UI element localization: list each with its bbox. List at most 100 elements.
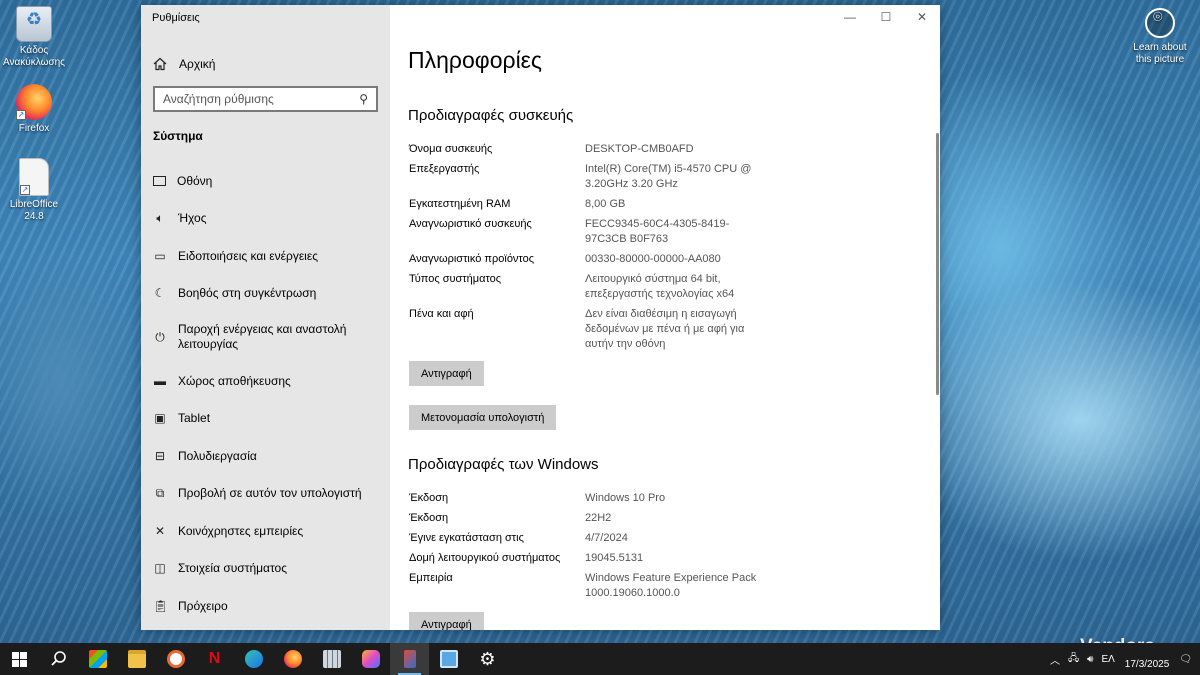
projecting-icon: ⧉ xyxy=(155,486,165,501)
scrollbar[interactable] xyxy=(936,133,939,395)
shared-icon: ✕ xyxy=(154,523,166,538)
spec-row: Αναγνωριστικό συσκευής FECC9345-60C4-4305… xyxy=(409,217,789,247)
recycle-bin-icon xyxy=(16,6,52,42)
spec-row: Αναγνωριστικό προϊόντος 00330-80000-00000… xyxy=(409,252,789,267)
taskbar-copilot[interactable] xyxy=(351,643,390,675)
storage-icon: ▬ xyxy=(154,373,166,388)
taskbar-calculator[interactable] xyxy=(312,643,351,675)
device-specs-list: Όνομα συσκευής DESKTOP-CMB0AFD Επεξεργαστ… xyxy=(409,142,789,357)
settings-search-input[interactable]: Αναζήτηση ρύθμισης ⚲ xyxy=(153,86,378,112)
chevron-up-icon[interactable]: ︿ xyxy=(1046,652,1064,667)
close-button[interactable]: ✕ xyxy=(904,5,940,29)
sidebar-item-system-components[interactable]: ◫ Στοιχεία συστήματος xyxy=(141,550,390,588)
app-icon xyxy=(403,650,416,668)
network-icon[interactable]: 🖧︎ xyxy=(1064,651,1083,668)
taskbar-search-button[interactable] xyxy=(39,643,78,675)
taskbar-edge[interactable] xyxy=(234,643,273,675)
taskbar-active-app[interactable] xyxy=(390,643,429,675)
spec-value: 19045.5131 xyxy=(585,552,644,564)
copy-windows-specs-button[interactable]: Αντιγραφή xyxy=(409,612,484,630)
rename-pc-button[interactable]: Μετονομασία υπολογιστή xyxy=(409,405,557,430)
copy-device-specs-button[interactable]: Αντιγραφή xyxy=(409,361,484,386)
start-button[interactable] xyxy=(0,643,39,675)
sidebar-item-label: Παροχή ενέργειας και αναστολή λειτουργία… xyxy=(178,322,347,351)
sidebar-item-storage[interactable]: ▬ Χώρος αποθήκευσης xyxy=(141,362,390,400)
input-language[interactable]: ΕΛ xyxy=(1097,654,1118,665)
taskbar-store[interactable] xyxy=(78,643,117,675)
firefox-icon xyxy=(283,650,302,668)
spec-key: Δομή λειτουργικού συστήματος xyxy=(409,552,561,564)
spec-value: FECC9345-60C4-4305-8419-97C3CB B0F763 xyxy=(585,218,730,245)
copilot-icon xyxy=(361,650,380,668)
sidebar-item-shared-experiences[interactable]: ✕ Κοινόχρηστες εμπειρίες xyxy=(141,512,390,550)
sidebar-item-label: Βοηθός στη συγκέντρωση xyxy=(178,286,317,301)
gear-icon: ⚙ xyxy=(479,648,496,669)
desktop-icon-libreoffice[interactable]: ↗ LibreOffice 24.8 xyxy=(0,158,68,223)
sidebar-item-clipboard[interactable]: 📋︎ Πρόχειρο xyxy=(141,587,390,625)
camera-icon xyxy=(1145,8,1175,38)
sidebar-item-multitasking[interactable]: ⊟ Πολυδιεργασία xyxy=(141,437,390,475)
speaker-icon: 🔈︎ xyxy=(156,211,164,226)
maximize-button[interactable]: ☐ xyxy=(868,5,904,29)
notification-center-icon[interactable]: 🗨︎ xyxy=(1175,654,1200,665)
sidebar-section-title: Σύστημα xyxy=(153,129,203,143)
sidebar-item-label: Ειδοποιήσεις και ενέργειες xyxy=(178,248,318,263)
desktop-icon-recycle-bin[interactable]: Κάδος Ανακύκλωσης xyxy=(0,6,68,69)
clipboard-icon: 📋︎ xyxy=(153,598,169,613)
sidebar-item-projecting[interactable]: ⧉ Προβολή σε αυτόν τον υπολογιστή xyxy=(141,475,390,513)
multitasking-icon: ⊟ xyxy=(154,448,166,463)
spec-value: 8,00 GB xyxy=(585,198,626,210)
spec-row: Όνομα συσκευής DESKTOP-CMB0AFD xyxy=(409,142,789,157)
sidebar-item-notifications[interactable]: ▭ Ειδοποιήσεις και ενέργειες xyxy=(141,237,390,275)
shortcut-arrow-icon: ↗ xyxy=(16,110,26,120)
desktop-icon-label: Κάδος Ανακύκλωσης xyxy=(3,45,65,68)
notification-icon: ▭ xyxy=(154,248,166,263)
sidebar-item-tablet[interactable]: ▣ Tablet xyxy=(141,400,390,438)
spec-key: Πένα και αφή xyxy=(409,308,474,320)
learn-about-label: Learn about this picture xyxy=(1133,42,1187,65)
system-tray: ︿ 🖧︎ 🔊︎ ΕΛ 17/3/2025 🗨︎ xyxy=(1046,643,1200,675)
taskbar-firefox[interactable] xyxy=(273,643,312,675)
taskbar-netflix[interactable]: N xyxy=(195,643,234,675)
spec-value: Intel(R) Core(TM) i5-4570 CPU @ 3.20GHz … xyxy=(585,163,752,190)
spec-key: Εγκατεστημένη RAM xyxy=(409,198,511,210)
spec-value: Λειτουργικό σύστημα 64 bit, επεξεργαστής… xyxy=(585,273,735,300)
sidebar-item-focus-assist[interactable]: ☾ Βοηθός στη συγκέντρωση xyxy=(141,275,390,313)
spec-row: Τύπος συστήματος Λειτουργικό σύστημα 64 b… xyxy=(409,272,789,302)
volume-icon[interactable]: 🔊︎ xyxy=(1083,654,1097,665)
taskbar-settings[interactable]: ⚙ xyxy=(468,643,507,675)
spec-key: Έγινε εγκατάσταση στις xyxy=(409,532,524,544)
sidebar-item-sound[interactable]: 🔈︎ Ήχος xyxy=(141,200,390,238)
spec-key: Επεξεργαστής xyxy=(409,163,480,175)
spec-key: Εμπειρία xyxy=(409,572,453,584)
windows-specs-heading: Προδιαγραφές των Windows xyxy=(408,456,599,473)
firefox-icon: ↗ xyxy=(16,84,52,120)
taskbar: N ⚙ ︿ 🖧︎ 🔊︎ ΕΛ 17/3/2025 🗨︎ xyxy=(0,643,1200,675)
clock-date: 17/3/2025 xyxy=(1124,659,1170,670)
clock[interactable]: 17/3/2025 xyxy=(1119,647,1176,671)
remote-desktop-icon xyxy=(439,650,458,668)
taskbar-remote-desktop[interactable] xyxy=(429,643,468,675)
spec-row: Δομή λειτουργικού συστήματος 19045.5131 xyxy=(409,551,789,566)
sidebar-item-power-sleep[interactable]: ⏻ Παροχή ενέργειας και αναστολή λειτουργ… xyxy=(141,312,390,362)
spec-key: Έκδοση xyxy=(409,492,449,504)
shortcut-arrow-icon: ↗ xyxy=(20,185,30,195)
learn-about-picture[interactable]: Learn about this picture xyxy=(1128,8,1192,66)
page-title: Πληροφορίες xyxy=(408,47,543,73)
minimize-button[interactable]: — xyxy=(832,5,868,29)
spec-row: Έκδοση Windows 10 Pro xyxy=(409,491,789,506)
sidebar: Ρυθμίσεις Αρχική Αναζήτηση ρύθμισης ⚲ Σύ… xyxy=(141,5,390,630)
desktop-icon-firefox[interactable]: ↗ Firefox xyxy=(0,84,68,135)
spec-value: 22H2 xyxy=(585,512,612,524)
taskbar-media-player[interactable] xyxy=(156,643,195,675)
home-icon xyxy=(153,57,167,71)
spec-value: Windows Feature Experience Pack 1000.190… xyxy=(585,572,757,599)
taskbar-file-explorer[interactable] xyxy=(117,643,156,675)
desktop-icon-label: LibreOffice 24.8 xyxy=(9,199,59,222)
spec-value: Δεν είναι διαθέσιμη η εισαγωγή δεδομένων… xyxy=(585,308,745,350)
windows-logo-icon xyxy=(12,651,27,667)
sidebar-home[interactable]: Αρχική xyxy=(153,55,215,73)
settings-window: Ρυθμίσεις Αρχική Αναζήτηση ρύθμισης ⚲ Σύ… xyxy=(141,5,940,630)
sidebar-item-display[interactable]: Οθόνη xyxy=(141,162,390,200)
window-title: Ρυθμίσεις xyxy=(152,12,200,24)
